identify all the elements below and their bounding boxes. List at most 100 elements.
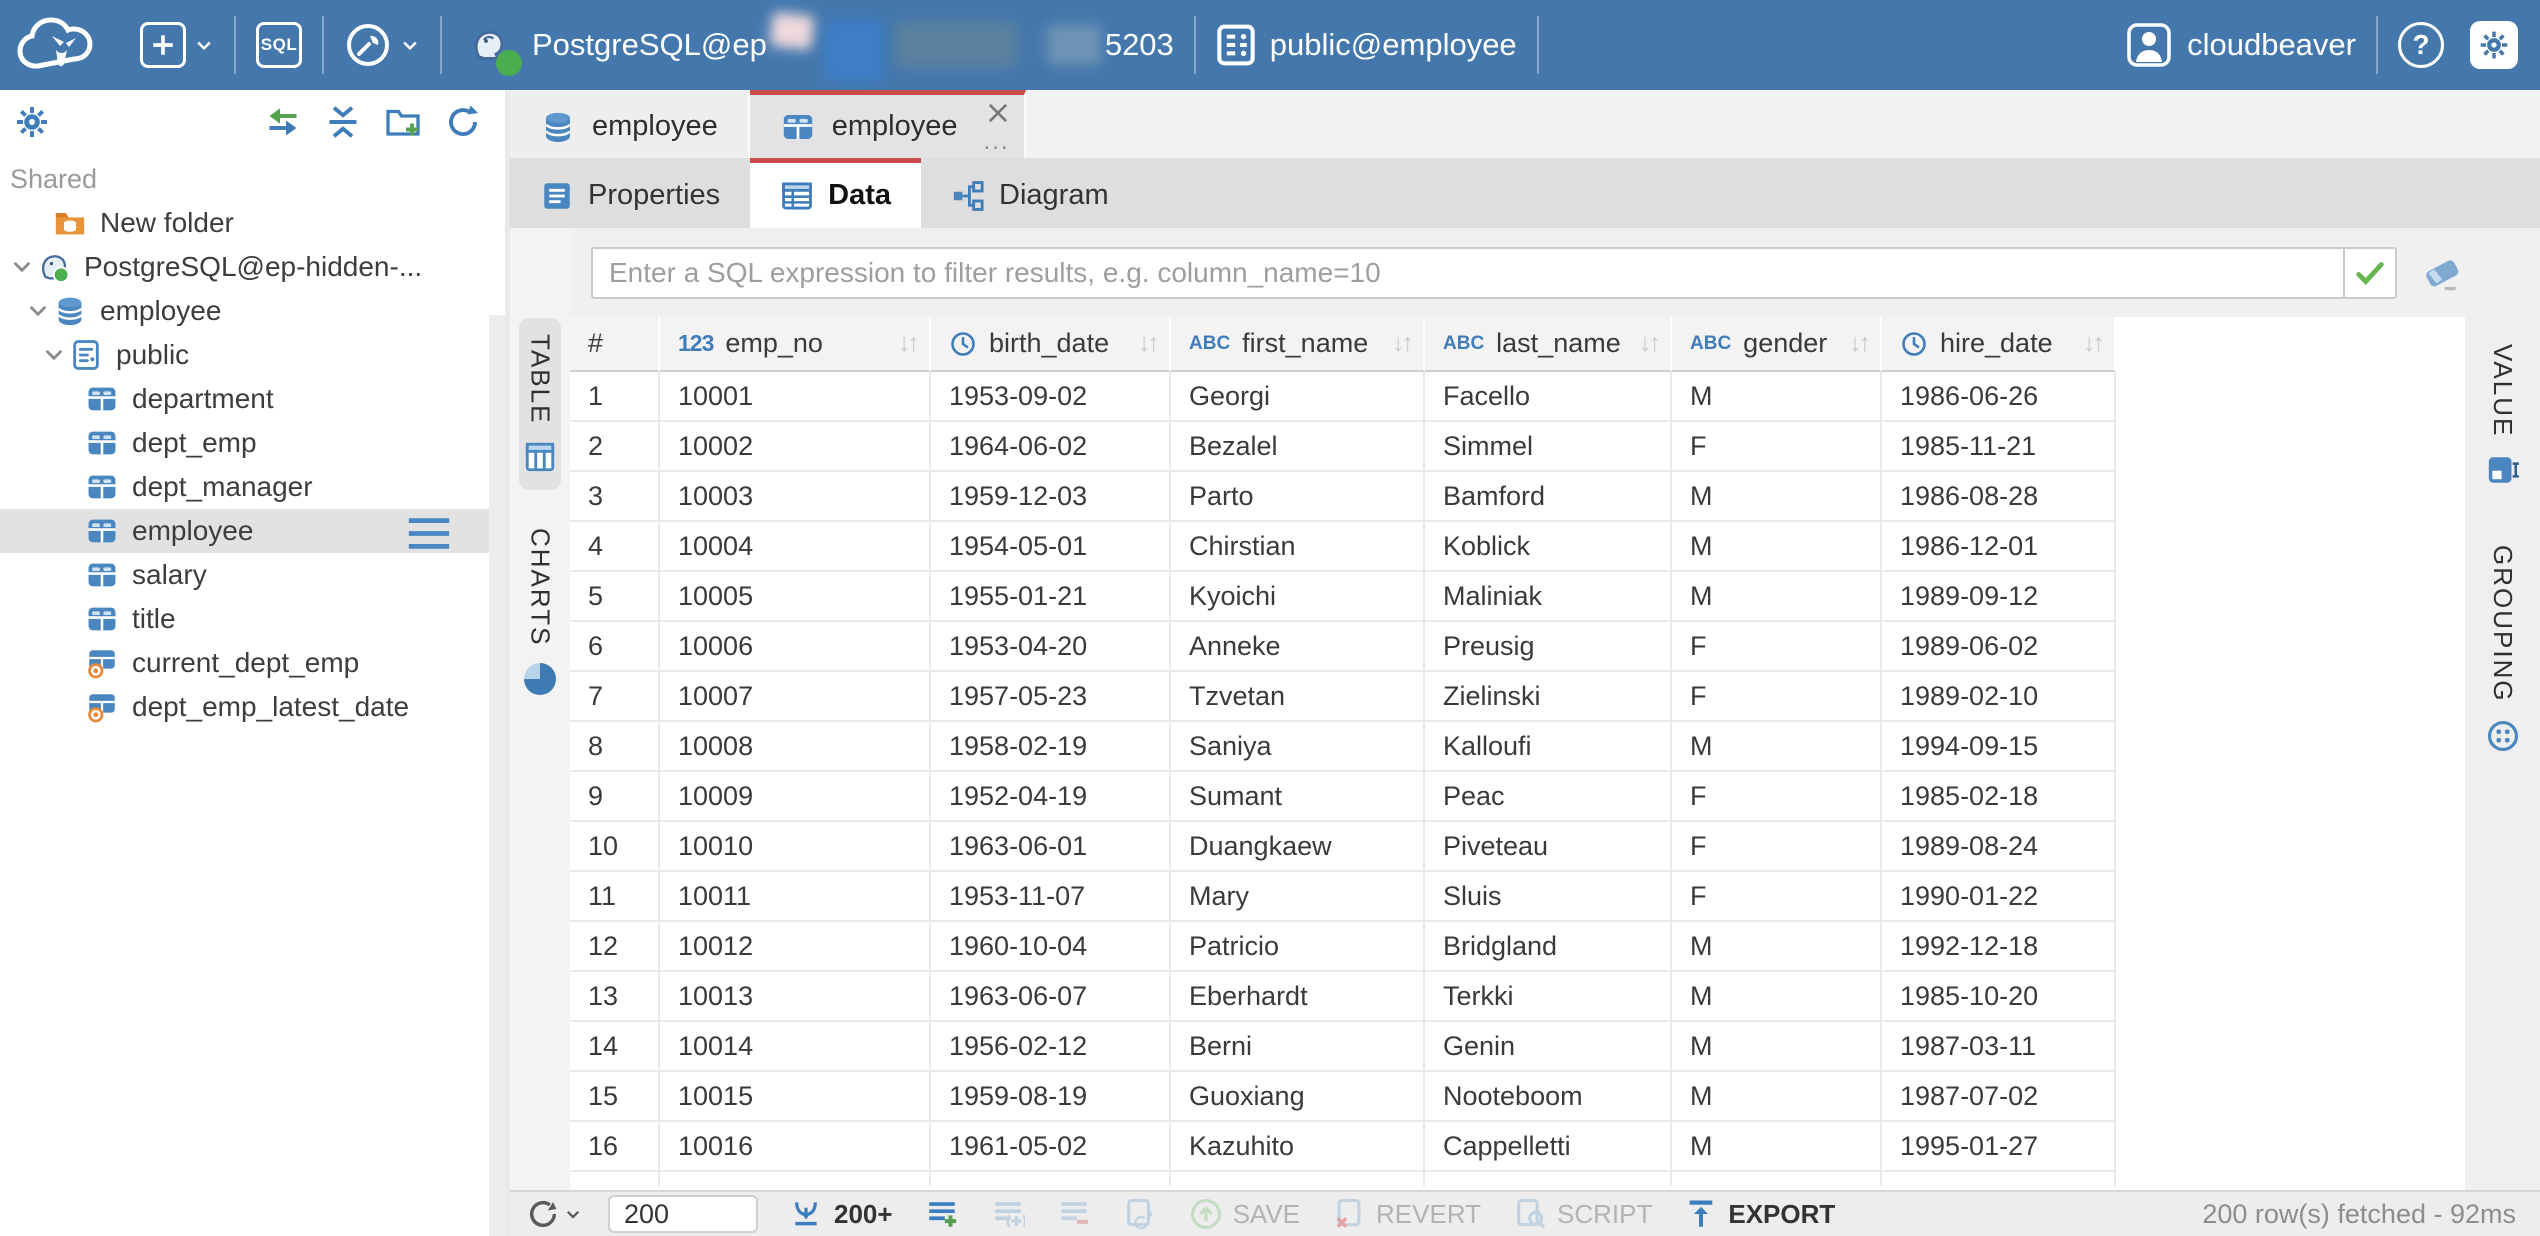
grid-cell-birth_date[interactable]: 1961-05-02	[931, 1122, 1171, 1172]
grid-cell-gender[interactable]: M	[1672, 1022, 1882, 1072]
revert-button[interactable]: REVERT	[1332, 1197, 1481, 1231]
row-number-cell[interactable]: 15	[570, 1072, 660, 1122]
column-header-birth_date[interactable]: birth_date↓↑	[931, 317, 1171, 372]
link-editor-sync-icon[interactable]	[265, 104, 301, 140]
row-number-cell[interactable]: 3	[570, 472, 660, 522]
tree-expand-chevron-icon[interactable]	[8, 253, 36, 281]
grid-cell-birth_date[interactable]: 1960-10-04	[931, 922, 1171, 972]
grid-cell-birth_date[interactable]: 1963-06-07	[931, 972, 1171, 1022]
tree-item-public[interactable]: public	[0, 333, 505, 377]
tree-item-dept-manager[interactable]: dept_manager	[0, 465, 505, 509]
row-number-cell[interactable]: 5	[570, 572, 660, 622]
grid-cell-hire_date[interactable]: 1989-09-12	[1882, 572, 2116, 622]
grid-cell-birth_date[interactable]: 1956-02-12	[931, 1022, 1171, 1072]
row-number-cell[interactable]: 14	[570, 1022, 660, 1072]
new-connection-button[interactable]	[140, 22, 214, 68]
sort-icon[interactable]: ↓↑	[2083, 329, 2102, 358]
tree-expand-chevron-icon[interactable]	[40, 341, 68, 369]
grid-cell-emp_no[interactable]: 10016	[660, 1122, 931, 1172]
sort-icon[interactable]: ↓↑	[1849, 329, 1868, 358]
grid-cell-emp_no[interactable]: 10011	[660, 872, 931, 922]
row-number-cell[interactable]: 4	[570, 522, 660, 572]
grid-cell-first_name[interactable]: Kazuhito	[1171, 1122, 1425, 1172]
grid-cell-last_name[interactable]: Preusig	[1425, 622, 1672, 672]
row-number-cell[interactable]: 9	[570, 772, 660, 822]
sql-editor-button[interactable]: SQL	[256, 22, 302, 68]
grid-cell-last_name[interactable]: Piveteau	[1425, 822, 1672, 872]
grid-cell-birth_date[interactable]: 1957-05-23	[931, 672, 1171, 722]
tree-item-title[interactable]: title	[0, 597, 505, 641]
apply-filter-button[interactable]	[2343, 247, 2397, 299]
delete-row-button[interactable]	[1057, 1197, 1091, 1231]
grid-cell-gender[interactable]: M	[1672, 922, 1882, 972]
column-header-first_name[interactable]: ABCfirst_name↓↑	[1171, 317, 1425, 372]
grid-cell-last_name[interactable]: Terkki	[1425, 972, 1672, 1022]
driver-tools-button[interactable]	[344, 21, 420, 69]
tree-item-postgresql-ep-hidden-[interactable]: PostgreSQL@ep-hidden-...	[0, 245, 505, 289]
grid-cell-gender[interactable]: M	[1672, 1122, 1882, 1172]
grid-cell-emp_no[interactable]: 10008	[660, 722, 931, 772]
grid-cell-emp_no[interactable]: 10012	[660, 922, 931, 972]
tree-item-menu-icon[interactable]	[407, 517, 451, 547]
grid-cell-birth_date[interactable]: 1954-05-01	[931, 522, 1171, 572]
sort-icon[interactable]: ↓↑	[1392, 329, 1411, 358]
row-number-cell[interactable]: 1	[570, 372, 660, 422]
help-button[interactable]: ?	[2398, 22, 2444, 68]
collapse-all-icon[interactable]	[325, 104, 361, 140]
grid-cell-gender[interactable]: M	[1672, 722, 1882, 772]
add-row-button[interactable]	[925, 1197, 959, 1231]
close-tab-icon[interactable]	[984, 99, 1012, 127]
tree-item-employee[interactable]: employee	[0, 509, 505, 553]
grid-cell-gender[interactable]: M	[1672, 972, 1882, 1022]
grid-cell-hire_date[interactable]: 1989-02-10	[1882, 672, 2116, 722]
grid-cell-hire_date[interactable]: 1985-10-20	[1882, 972, 2116, 1022]
tree-expand-chevron-icon[interactable]	[24, 297, 52, 325]
grid-cell-gender[interactable]: M	[1672, 522, 1882, 572]
grid-cell-emp_no[interactable]: 10014	[660, 1022, 931, 1072]
grid-cell-last_name[interactable]: Maliniak	[1425, 572, 1672, 622]
grid-cell-hire_date[interactable]: 1992-12-18	[1882, 922, 2116, 972]
column-header-last_name[interactable]: ABClast_name↓↑	[1425, 317, 1672, 372]
column-header-gender[interactable]: ABCgender↓↑	[1672, 317, 1882, 372]
grid-cell-gender[interactable]: F	[1672, 872, 1882, 922]
tree-item-dept-emp-latest-date[interactable]: dept_emp_latest_date	[0, 685, 505, 729]
save-button[interactable]: SAVE	[1189, 1197, 1300, 1231]
grid-cell-emp_no[interactable]: 10007	[660, 672, 931, 722]
export-button[interactable]: EXPORT	[1684, 1197, 1835, 1231]
grid-cell-first_name[interactable]: Sumant	[1171, 772, 1425, 822]
fetch-next-page-button[interactable]: 200+	[790, 1197, 893, 1231]
grid-cell-first_name[interactable]: Mary	[1171, 872, 1425, 922]
grid-cell-birth_date[interactable]: 1953-04-20	[931, 622, 1171, 672]
grid-cell-birth_date[interactable]: 1959-12-03	[931, 472, 1171, 522]
grid-cell-first_name[interactable]: Duangkaew	[1171, 822, 1425, 872]
grid-cell-birth_date[interactable]: 1955-01-21	[931, 572, 1171, 622]
grid-cell-hire_date[interactable]: 1985-02-18	[1882, 772, 2116, 822]
tab-data[interactable]: Data	[750, 158, 921, 228]
grid-cell-last_name[interactable]: Kalloufi	[1425, 722, 1672, 772]
grid-cell-birth_date[interactable]: 1959-08-19	[931, 1072, 1171, 1122]
grid-cell-last_name[interactable]: Koblick	[1425, 522, 1672, 572]
rail-tab-grouping[interactable]: GROUPING	[2482, 529, 2524, 769]
grid-cell-emp_no[interactable]: 10015	[660, 1072, 931, 1122]
tab-overflow-icon[interactable]: ...	[983, 128, 1009, 156]
grid-cell-first_name[interactable]: Parto	[1171, 472, 1425, 522]
tab-employee-database[interactable]: employee	[510, 90, 750, 158]
connection-selector[interactable]: PostgreSQL@ep 5203	[462, 15, 1174, 75]
grid-cell-last_name[interactable]: Facello	[1425, 372, 1672, 422]
grid-cell-first_name[interactable]: Patricio	[1171, 922, 1425, 972]
grid-cell-gender[interactable]: F	[1672, 672, 1882, 722]
rail-tab-value[interactable]: VALUE	[2482, 328, 2524, 503]
grid-cell-birth_date[interactable]: 1952-04-19	[931, 772, 1171, 822]
refresh-document-button[interactable]	[1123, 1197, 1157, 1231]
column-header-emp_no[interactable]: 123emp_no↓↑	[660, 317, 931, 372]
row-number-cell[interactable]: 2	[570, 422, 660, 472]
row-number-cell[interactable]: 10	[570, 822, 660, 872]
grid-cell-emp_no[interactable]: 10001	[660, 372, 931, 422]
sort-icon[interactable]: ↓↑	[1138, 329, 1157, 358]
grid-cell-last_name[interactable]: Nooteboom	[1425, 1072, 1672, 1122]
grid-cell-birth_date[interactable]: 1953-09-02	[931, 372, 1171, 422]
row-number-cell[interactable]: 8	[570, 722, 660, 772]
column-header-hire_date[interactable]: hire_date↓↑	[1882, 317, 2116, 372]
schema-selector[interactable]: public@employee	[1216, 23, 1517, 67]
row-number-cell[interactable]: 12	[570, 922, 660, 972]
